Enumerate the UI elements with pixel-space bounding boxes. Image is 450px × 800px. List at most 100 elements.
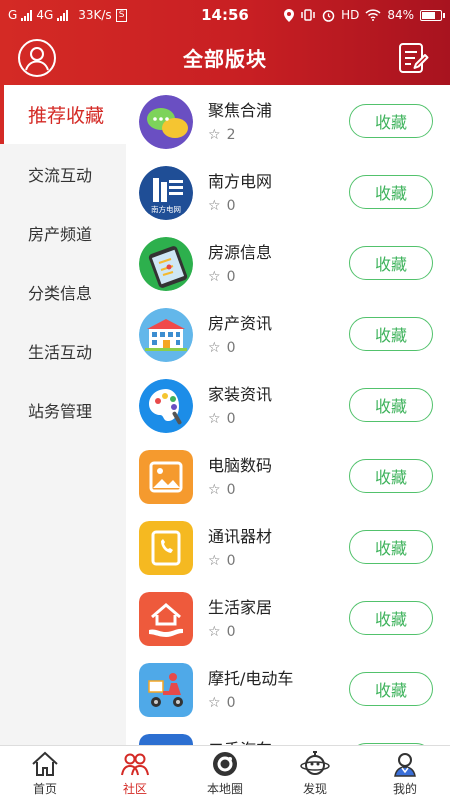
tab-label: 本地圈 <box>206 781 243 796</box>
favorite-button[interactable]: 收藏 <box>349 104 433 138</box>
sidebar-item-label: 生活互动 <box>28 342 93 362</box>
star-icon: ☆ <box>208 411 221 427</box>
sidebar-item-site-admin[interactable]: 站务管理 <box>0 380 126 439</box>
forum-row[interactable]: 电脑数码 ☆ 0 收藏 <box>126 440 450 511</box>
phone-call-icon <box>139 521 193 575</box>
favorite-button[interactable]: 收藏 <box>349 175 433 209</box>
favorite-count-value: 0 <box>226 411 236 427</box>
vibrate-icon <box>301 9 315 21</box>
picture-icon <box>139 450 193 504</box>
sidebar-item-label: 推荐收藏 <box>28 105 105 127</box>
sidebar-item-classifieds[interactable]: 分类信息 <box>0 262 126 321</box>
hd-label: HD <box>341 8 360 22</box>
southern-grid-logo-icon: 南方电网 <box>139 166 193 220</box>
location-icon <box>284 8 295 22</box>
star-icon: ☆ <box>208 482 221 498</box>
forum-name: 电脑数码 <box>208 456 273 475</box>
battery-fill <box>422 11 435 19</box>
forum-row[interactable]: 摩托/电动车 ☆ 0 收藏 <box>126 653 450 724</box>
forum-row[interactable]: 生活家居 ☆ 0 收藏 <box>126 582 450 653</box>
app-root: G 4G 33K/s S 14:56 HD 84% 全部版块 推荐收藏 交流互动… <box>0 0 450 800</box>
favorite-count: ☆ 0 <box>208 411 235 427</box>
favorite-count-value: 0 <box>226 482 236 498</box>
star-icon: ☆ <box>208 624 221 640</box>
favorite-count-value: 0 <box>226 269 236 285</box>
wifi-icon <box>365 9 381 21</box>
tab-profile[interactable]: 我的 <box>360 746 450 800</box>
alarm-icon <box>322 9 335 22</box>
forum-name: 通讯器材 <box>208 527 273 546</box>
star-icon: ☆ <box>208 553 221 569</box>
favorite-count-value: 2 <box>226 127 236 143</box>
forum-list: 聚焦合浦 ☆2 收藏 南方电网 南方电网 ☆0 收藏 房源信息 ☆0 收藏 <box>126 85 450 745</box>
favorite-button[interactable]: 收藏 <box>349 317 433 351</box>
favorite-count-value: 0 <box>226 553 236 569</box>
local-circle-icon <box>213 751 237 776</box>
sidebar-item-label: 分类信息 <box>28 283 93 303</box>
forum-name: 家装资讯 <box>208 385 273 404</box>
category-sidebar: 推荐收藏 交流互动 房产频道 分类信息 生活互动 站务管理 <box>0 85 126 745</box>
signal-icon <box>21 9 33 21</box>
forum-name: 摩托/电动车 <box>208 669 294 688</box>
paint-palette-icon <box>139 379 193 433</box>
forum-row[interactable]: 房产资讯 ☆ 0 收藏 <box>126 298 450 369</box>
favorite-count: ☆ 0 <box>208 482 235 498</box>
tab-local-circle[interactable]: 本地圈 <box>180 746 270 800</box>
tab-label: 首页 <box>32 781 57 796</box>
favorite-count: ☆ 0 <box>208 624 235 640</box>
discover-planet-icon <box>300 750 330 775</box>
battery-icon <box>420 9 445 21</box>
forum-row[interactable]: 聚焦合浦 ☆ 2 收藏 <box>126 85 450 156</box>
favorite-count-value: 0 <box>226 624 236 640</box>
forum-name: 房产资讯 <box>208 314 273 333</box>
favorite-count: ☆ 2 <box>208 127 235 143</box>
sidebar-item-label: 房产频道 <box>28 224 93 244</box>
forum-row[interactable]: 南方电网 南方电网 ☆ 0 收藏 <box>126 156 450 227</box>
favorite-button[interactable]: 收藏 <box>349 672 433 706</box>
tab-community[interactable]: 社区 <box>90 746 180 800</box>
forum-name: 生活家居 <box>208 598 273 617</box>
community-icon <box>121 753 149 775</box>
star-icon: ☆ <box>208 127 221 143</box>
status-right: HD 84% <box>284 8 445 22</box>
favorite-count: ☆ 0 <box>208 695 235 711</box>
favorite-button[interactable]: 收藏 <box>349 459 433 493</box>
tab-home[interactable]: 首页 <box>0 746 90 800</box>
star-icon: ☆ <box>208 695 221 711</box>
sidebar-item-interaction[interactable]: 交流互动 <box>0 144 126 203</box>
forum-name: 聚焦合浦 <box>208 101 273 120</box>
forum-row[interactable]: 二手汽车 ☆0 收藏 <box>126 724 450 745</box>
forum-row[interactable]: 房源信息 ☆ 0 收藏 <box>126 227 450 298</box>
tab-discover[interactable]: 发现 <box>270 746 360 800</box>
favorite-count-value: 0 <box>226 695 236 711</box>
user-profile-button[interactable] <box>16 37 58 79</box>
battery-label: 84% <box>387 8 414 22</box>
star-icon: ☆ <box>208 340 221 356</box>
forum-name: 二手汽车 <box>208 736 272 745</box>
favorite-button[interactable]: 收藏 <box>349 530 433 564</box>
favorite-count: ☆ 0 <box>208 198 235 214</box>
sidebar-item-recommended[interactable]: 推荐收藏 <box>0 85 126 144</box>
star-icon: ☆ <box>208 198 221 214</box>
network-label: 4G <box>36 8 54 22</box>
favorite-button[interactable]: 收藏 <box>349 246 433 280</box>
sidebar-item-life[interactable]: 生活互动 <box>0 321 126 380</box>
bottom-tab-bar: 首页 社区 本地圈 发现 我的 <box>0 745 450 800</box>
forum-row[interactable]: 通讯器材 ☆ 0 收藏 <box>126 511 450 582</box>
speed-label: 33K/s <box>78 8 112 22</box>
star-icon: ☆ <box>208 269 221 285</box>
favorite-count-value: 0 <box>226 340 236 356</box>
forum-row[interactable]: 家装资讯 ☆ 0 收藏 <box>126 369 450 440</box>
favorite-button[interactable]: 收藏 <box>349 388 433 422</box>
sidebar-item-real-estate[interactable]: 房产频道 <box>0 203 126 262</box>
favorite-count: ☆ 0 <box>208 553 235 569</box>
signal-icon-2 <box>57 9 69 21</box>
house-hand-icon <box>139 592 193 646</box>
forum-name: 南方电网 <box>208 172 273 191</box>
compose-button[interactable] <box>392 37 434 79</box>
tab-label: 我的 <box>392 781 417 796</box>
favorite-count: ☆ 0 <box>208 269 235 285</box>
favorite-button[interactable]: 收藏 <box>349 601 433 635</box>
favorite-count-value: 0 <box>226 198 236 214</box>
header: 全部版块 <box>0 30 450 85</box>
